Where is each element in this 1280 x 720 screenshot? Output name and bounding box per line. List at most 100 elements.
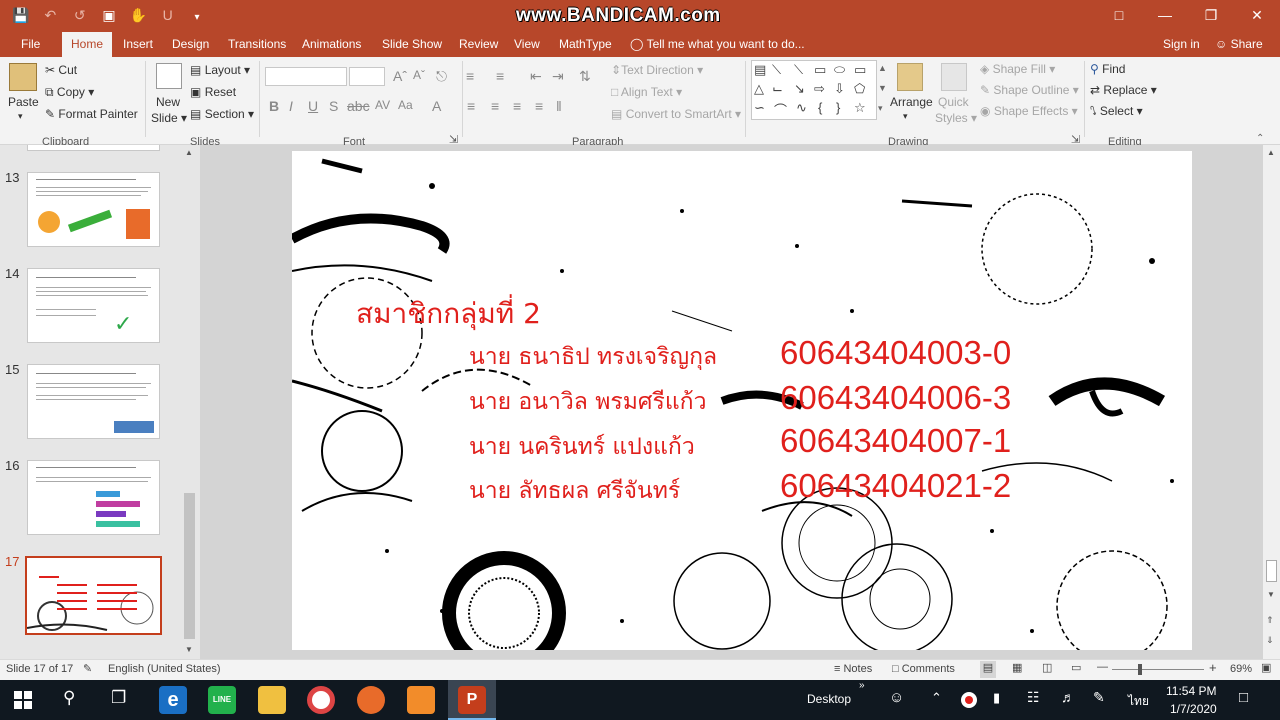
shadow-icon[interactable]: S — [329, 98, 338, 114]
start-from-beginning-icon[interactable]: ▣ — [96, 0, 122, 30]
tab-mathtype[interactable]: MathType — [559, 37, 612, 51]
comments-button[interactable]: □ Comments — [892, 663, 955, 675]
justify-icon[interactable]: ≡ — [535, 98, 543, 114]
spelling-icon[interactable]: ✎ — [83, 662, 92, 675]
triangle-shape-icon[interactable]: △ — [754, 81, 764, 97]
right-arrow-shape-icon[interactable]: ⇨ — [814, 81, 825, 97]
align-text-button[interactable]: □ Align Text ▾ — [611, 85, 682, 99]
slideshow-view-icon[interactable]: ▭ — [1071, 661, 1081, 674]
clock-time[interactable]: 11:54 PM — [1166, 684, 1216, 698]
notes-button[interactable]: ≡ Notes — [834, 663, 872, 675]
arrow-line-shape-icon[interactable]: ⟍ — [794, 62, 803, 78]
toolbar-overflow-icon[interactable]: » — [859, 680, 865, 691]
slide-scroll-thumb[interactable] — [1266, 560, 1277, 582]
clock-date[interactable]: 1/7/2020 — [1170, 702, 1217, 716]
next-slide-icon[interactable]: ⇓ — [1266, 635, 1274, 646]
increase-font-icon[interactable]: Aˆ — [393, 68, 407, 84]
record-icon[interactable] — [961, 692, 977, 708]
thumbnail-slide-13[interactable] — [27, 172, 160, 247]
tab-slide-show[interactable]: Slide Show — [382, 37, 442, 51]
normal-view-icon[interactable]: ▤ — [980, 661, 996, 678]
bullets-icon[interactable]: ≡ — [466, 68, 474, 84]
zoom-out-icon[interactable]: — — [1097, 661, 1108, 673]
font-name-field[interactable] — [265, 67, 347, 86]
line-app-icon[interactable]: LINE — [208, 686, 236, 714]
arrange-button[interactable]: Arrange — [890, 95, 933, 109]
zoom-slider[interactable] — [1112, 669, 1204, 670]
section-button[interactable]: ▤ Section ▾ — [190, 107, 254, 121]
gallery-scroll-down-icon[interactable]: ▼ — [878, 83, 887, 93]
powerpoint-taskbar-button[interactable]: P — [448, 680, 496, 720]
new-slide-label-1[interactable]: New — [156, 95, 180, 109]
copy-button[interactable]: ⧉ Copy ▾ — [45, 85, 94, 100]
oval-shape-icon[interactable]: ⬭ — [834, 62, 845, 78]
redo-icon[interactable]: ↺ — [67, 0, 93, 30]
undo-icon[interactable]: ↶ — [37, 0, 63, 30]
show-hidden-icons-icon[interactable]: ⌃ — [931, 690, 942, 706]
reading-view-icon[interactable]: ◫ — [1042, 661, 1052, 674]
scroll-up-icon[interactable]: ▲ — [1267, 148, 1275, 157]
decrease-font-icon[interactable]: Aˇ — [413, 68, 425, 82]
replace-button[interactable]: ⇄ Replace ▾ — [1090, 83, 1157, 97]
customize-qat-icon[interactable]: ▾ — [184, 3, 210, 33]
tab-insert[interactable]: Insert — [123, 37, 153, 51]
paste-button[interactable]: Paste — [8, 95, 39, 109]
paste-dropdown-icon[interactable]: ▾ — [18, 111, 23, 122]
clear-format-icon[interactable]: ⎋ — [436, 68, 447, 85]
tab-file[interactable]: File — [21, 37, 40, 51]
line-spacing-icon[interactable]: ⇅ — [579, 68, 591, 85]
down-arrow-shape-icon[interactable]: ⇩ — [834, 81, 845, 97]
find-button[interactable]: ⚲ Find — [1090, 62, 1125, 76]
previous-slide-icon[interactable]: ⇑ — [1266, 615, 1274, 626]
share-button[interactable]: ☺ Share — [1215, 37, 1263, 51]
scroll-down-icon[interactable]: ▼ — [1267, 590, 1275, 599]
decrease-indent-icon[interactable]: ⇤ — [530, 68, 542, 85]
align-left-icon[interactable]: ≡ — [467, 98, 475, 114]
reset-button[interactable]: ▣ Reset — [190, 85, 236, 99]
italic-icon[interactable]: I — [289, 98, 293, 114]
rectangle-shape-icon[interactable]: ▭ — [814, 62, 826, 78]
input-language[interactable]: ไทย — [1128, 692, 1149, 711]
desktop-toolbar[interactable]: Desktop — [807, 692, 851, 706]
char-spacing-icon[interactable]: AV — [375, 98, 390, 112]
save-icon[interactable]: 💾 — [8, 0, 34, 30]
chrome-icon[interactable] — [307, 686, 335, 714]
right-brace-icon[interactable]: } — [836, 100, 840, 115]
arrange-dropdown-icon[interactable]: ▾ — [903, 111, 908, 122]
gallery-more-icon[interactable]: ▾ — [878, 103, 883, 114]
underline-icon[interactable]: U — [308, 98, 318, 114]
star-shape-icon[interactable]: ☆ — [854, 100, 866, 116]
restore-button[interactable]: ❐ — [1188, 0, 1234, 32]
underline-qat-icon[interactable]: U — [155, 0, 181, 30]
font-size-field[interactable] — [349, 67, 385, 86]
numbering-icon[interactable]: ≡ — [496, 68, 504, 84]
ribbon-display-options-icon[interactable]: □ — [1096, 0, 1142, 32]
cut-button[interactable]: ✂ Cut — [45, 63, 77, 77]
thumbnail-slide-15[interactable] — [27, 364, 160, 439]
rounded-rect-shape-icon[interactable]: ▭ — [854, 62, 866, 78]
quick-styles-label-1[interactable]: Quick — [938, 95, 969, 109]
freeform-shape-icon[interactable]: ∿ — [796, 100, 807, 116]
line-shape-icon[interactable]: ⟍ — [772, 62, 781, 78]
format-painter-button[interactable]: ✎ Format Painter — [45, 107, 138, 121]
tab-review[interactable]: Review — [459, 37, 498, 51]
shape-fill-button[interactable]: ◈ Shape Fill ▾ — [980, 62, 1055, 76]
left-brace-icon[interactable]: { — [818, 100, 822, 115]
tab-transitions[interactable]: Transitions — [228, 37, 286, 51]
thumbnail-slide-16[interactable] — [27, 460, 160, 535]
select-button[interactable]: ⭛ Select ▾ — [1090, 104, 1143, 118]
people-icon[interactable]: ☺ — [889, 689, 904, 706]
convert-smartart-button[interactable]: ▤ Convert to SmartArt ▾ — [611, 107, 741, 121]
quick-styles-button[interactable]: Styles ▾ — [935, 111, 977, 125]
bandicam-icon[interactable] — [407, 686, 435, 714]
touch-mode-icon[interactable]: ✋ — [125, 0, 151, 30]
shape-outline-button[interactable]: ✎ Shape Outline ▾ — [980, 83, 1079, 97]
pen-workspace-icon[interactable]: ✎ — [1093, 689, 1105, 706]
new-slide-button[interactable]: Slide ▾ — [151, 111, 187, 125]
search-icon[interactable]: ⚲ — [63, 688, 75, 708]
windows-start-icon[interactable] — [14, 691, 32, 709]
tab-view[interactable]: View — [514, 37, 540, 51]
sign-in-link[interactable]: Sign in — [1163, 37, 1200, 51]
tab-animations[interactable]: Animations — [302, 37, 361, 51]
firefox-icon[interactable] — [357, 686, 385, 714]
